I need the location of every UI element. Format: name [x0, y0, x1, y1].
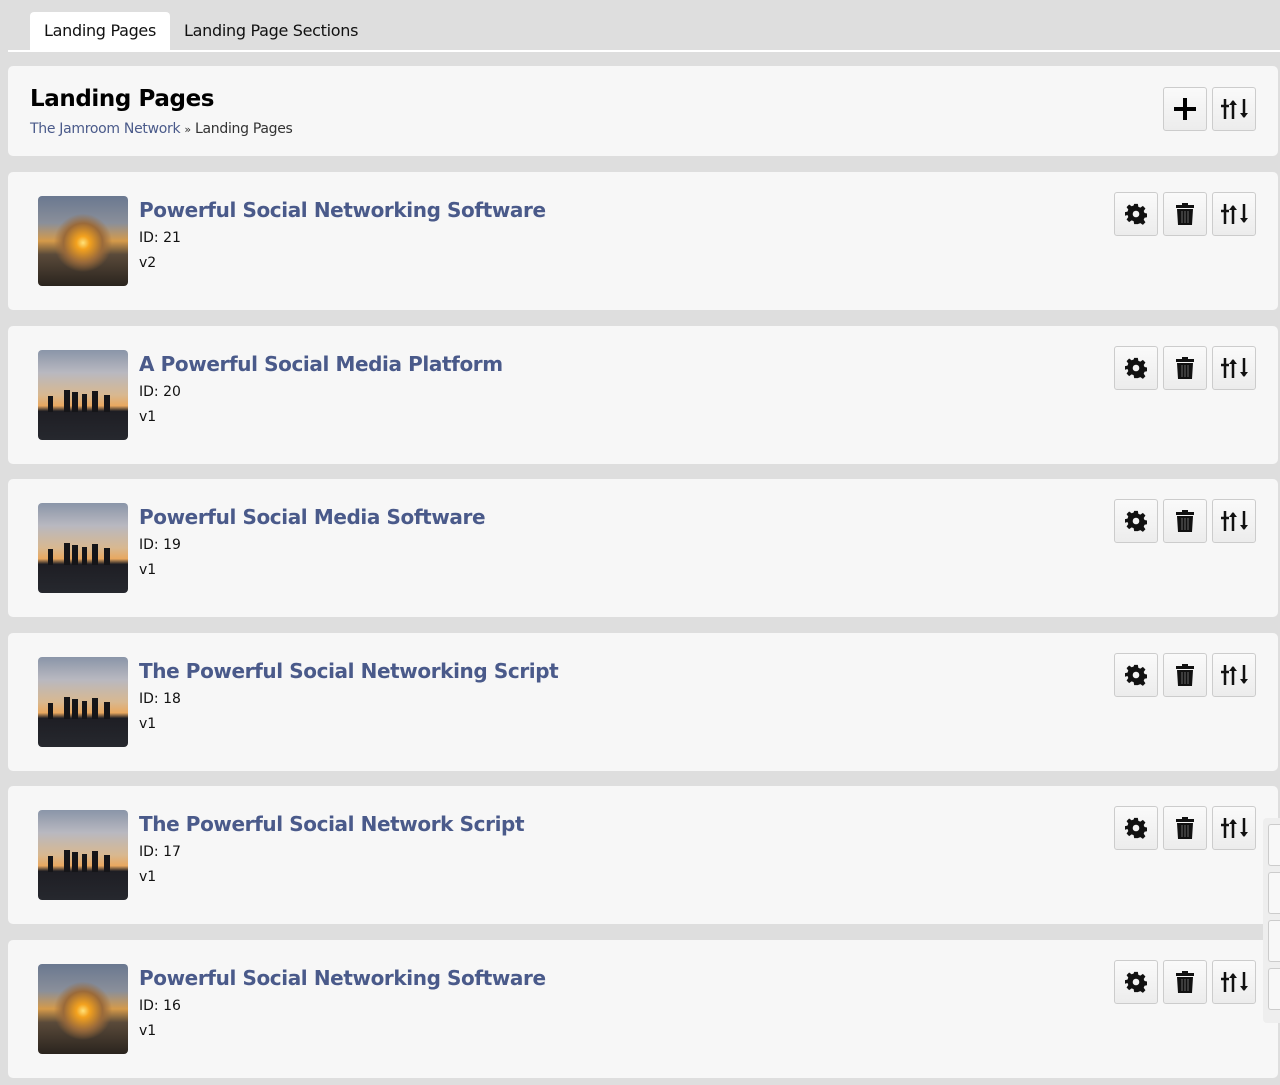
item-title-link[interactable]: The Powerful Social Network Script: [139, 812, 525, 836]
settings-button[interactable]: [1114, 652, 1158, 697]
item-title-link[interactable]: Powerful Social Networking Software: [139, 198, 546, 222]
list-item: Powerful Social Networking Software ID: …: [8, 939, 1278, 1078]
breadcrumb-root-link[interactable]: The Jamroom Network: [30, 121, 181, 137]
settings-button[interactable]: [1114, 806, 1158, 850]
item-id: ID: 20: [139, 383, 181, 400]
delete-button[interactable]: [1163, 345, 1207, 390]
thumbnail-image[interactable]: [38, 963, 128, 1054]
delete-button[interactable]: [1163, 192, 1207, 236]
gear-icon: [1125, 510, 1147, 532]
trash-icon: [1176, 510, 1194, 532]
trash-icon: [1176, 817, 1194, 839]
side-toolbar-button[interactable]: [1268, 968, 1280, 1010]
item-id: ID: 16: [139, 997, 181, 1014]
trash-icon: [1176, 663, 1194, 686]
sort-button[interactable]: [1212, 652, 1256, 697]
sort-button[interactable]: [1212, 959, 1256, 1004]
sort-button[interactable]: [1212, 192, 1256, 236]
sliders-icon: [1221, 99, 1248, 119]
gear-icon: [1125, 817, 1147, 839]
gear-icon: [1125, 971, 1147, 993]
list-item: The Powerful Social Network Script ID: 1…: [8, 786, 1278, 924]
gear-icon: [1125, 203, 1147, 225]
sort-button[interactable]: [1212, 345, 1256, 390]
thumbnail-image[interactable]: [38, 196, 128, 286]
page-title: Landing Pages: [30, 86, 215, 112]
trash-icon: [1176, 203, 1194, 225]
item-title-link[interactable]: The Powerful Social Networking Script: [139, 659, 559, 683]
sliders-icon: [1221, 971, 1248, 992]
settings-button[interactable]: [1114, 345, 1158, 390]
side-toolbar-button[interactable]: [1268, 920, 1280, 962]
thumbnail-image[interactable]: [38, 349, 128, 440]
item-version: v1: [139, 562, 157, 578]
item-version: v1: [139, 408, 157, 425]
item-title-link[interactable]: Powerful Social Networking Software: [139, 966, 546, 990]
item-version: v1: [139, 715, 157, 732]
sort-button[interactable]: [1212, 806, 1256, 850]
tab-landing-pages[interactable]: Landing Pages: [30, 12, 171, 50]
side-toolbar-button[interactable]: [1268, 824, 1280, 866]
item-id: ID: 21: [139, 230, 181, 246]
gear-icon: [1125, 664, 1147, 686]
page-header: Landing Pages The Jamroom Network » Land…: [8, 66, 1278, 156]
delete-button[interactable]: [1163, 652, 1207, 697]
item-id: ID: 19: [139, 537, 181, 553]
thumbnail-image[interactable]: [38, 656, 128, 747]
tab-bar: Landing Pages Landing Page Sections: [8, 12, 1280, 52]
item-title-link[interactable]: Powerful Social Media Software: [139, 505, 486, 529]
item-version: v2: [139, 255, 157, 271]
list-item: The Powerful Social Networking Script ID…: [8, 632, 1278, 771]
thumbnail-image[interactable]: [38, 503, 128, 593]
sliders-icon: [1221, 818, 1248, 838]
sort-button[interactable]: [1212, 87, 1256, 131]
settings-button[interactable]: [1114, 192, 1158, 236]
breadcrumb-separator: »: [184, 123, 191, 136]
list-item: A Powerful Social Media Platform ID: 20 …: [8, 325, 1278, 464]
thumbnail-image[interactable]: [38, 810, 128, 900]
sliders-icon: [1221, 357, 1248, 378]
add-button[interactable]: [1163, 87, 1207, 131]
gear-icon: [1125, 357, 1147, 379]
delete-button[interactable]: [1163, 499, 1207, 543]
settings-button[interactable]: [1114, 959, 1158, 1004]
item-version: v1: [139, 1022, 157, 1039]
side-toolbar-button[interactable]: [1268, 872, 1280, 914]
side-toolbar: [1263, 818, 1280, 1023]
list-item: Powerful Social Networking Software ID: …: [8, 172, 1278, 310]
breadcrumb-current: Landing Pages: [195, 121, 293, 137]
plus-icon: [1174, 98, 1196, 120]
item-version: v1: [139, 869, 157, 885]
item-id: ID: 17: [139, 844, 181, 860]
delete-button[interactable]: [1163, 806, 1207, 850]
sliders-icon: [1221, 511, 1248, 531]
settings-button[interactable]: [1114, 499, 1158, 543]
item-title-link[interactable]: A Powerful Social Media Platform: [139, 352, 503, 376]
trash-icon: [1176, 356, 1194, 379]
list-item: Powerful Social Media Software ID: 19 v1: [8, 479, 1278, 617]
delete-button[interactable]: [1163, 959, 1207, 1004]
tab-landing-page-sections[interactable]: Landing Page Sections: [170, 12, 372, 50]
breadcrumb: The Jamroom Network » Landing Pages: [30, 121, 293, 137]
sliders-icon: [1221, 664, 1248, 685]
sliders-icon: [1221, 204, 1248, 224]
sort-button[interactable]: [1212, 499, 1256, 543]
item-id: ID: 18: [139, 690, 181, 707]
trash-icon: [1176, 970, 1194, 993]
